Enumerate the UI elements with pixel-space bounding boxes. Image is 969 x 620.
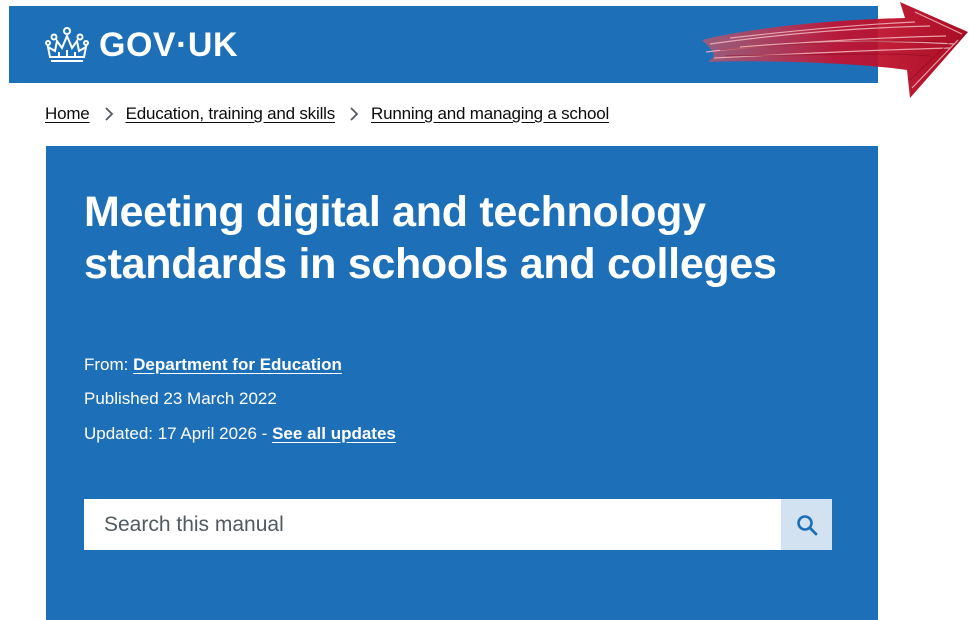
manual-header: Meeting digital and technology standards… — [46, 146, 878, 620]
search-icon — [796, 514, 817, 535]
breadcrumb-running-school[interactable]: Running and managing a school — [371, 104, 609, 124]
breadcrumb: Home Education, training and skills Runn… — [45, 104, 609, 124]
chevron-right-icon — [350, 107, 359, 121]
from-line: From: Department for Education — [84, 354, 342, 376]
search-button[interactable] — [781, 499, 832, 550]
see-all-updates-link[interactable]: See all updates — [272, 424, 396, 443]
breadcrumb-education[interactable]: Education, training and skills — [126, 104, 336, 124]
govuk-logo-link[interactable]: GOV·UK — [45, 26, 238, 64]
page-title: Meeting digital and technology standards… — [84, 188, 777, 288]
published-date: 23 March 2022 — [163, 389, 277, 408]
breadcrumb-home[interactable]: Home — [45, 104, 90, 124]
search-input[interactable] — [84, 499, 781, 550]
updated-line: Updated: 17 April 2026 - See all updates — [84, 423, 396, 445]
page: GOV·UK Home Education, training and skil… — [0, 0, 969, 620]
chevron-right-icon — [104, 107, 113, 121]
from-label: From: — [84, 355, 129, 374]
organisation-link[interactable]: Department for Education — [133, 355, 342, 374]
published-line: Published 23 March 2022 — [84, 388, 277, 410]
logo-text: GOV·UK — [99, 26, 238, 64]
crown-icon — [45, 27, 89, 62]
manual-search-form — [84, 499, 832, 550]
updated-label: Updated: 17 April 2026 - — [84, 424, 268, 443]
published-label: Published — [84, 389, 159, 408]
red-arrow-icon — [702, 2, 968, 98]
